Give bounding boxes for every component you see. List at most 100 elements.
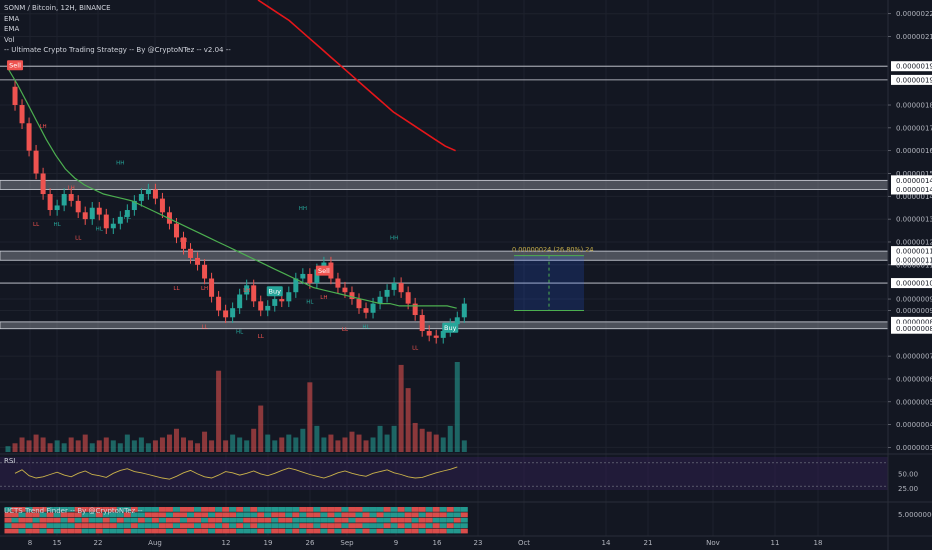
candle-body xyxy=(342,287,348,293)
trend-cell xyxy=(369,507,377,512)
time-tick-label: Aug xyxy=(148,539,162,547)
trend-cell xyxy=(404,523,412,528)
volume-bar xyxy=(117,443,123,452)
rsi-tick-25: 25.00 xyxy=(898,485,918,493)
volume-bar xyxy=(251,428,257,452)
trend-cell xyxy=(172,528,180,534)
trend-cell xyxy=(299,507,307,512)
time-tick-label: 19 xyxy=(264,539,273,547)
price-tick: 0.00000082 xyxy=(891,323,932,334)
trend-cell xyxy=(306,507,314,512)
candle-body xyxy=(237,294,243,309)
volume-bar xyxy=(363,440,369,452)
candle-body xyxy=(258,301,264,311)
trend-cell xyxy=(201,507,209,512)
time-tick-label: 8 xyxy=(28,539,32,547)
price-tick-label: 0.00000050 xyxy=(896,398,932,406)
trend-cell xyxy=(137,517,145,523)
chart-canvas[interactable]: 0.00000024 (26.80%) 24 LH LL HL LH LL HL HH HL L… xyxy=(0,0,932,550)
trend-cell xyxy=(271,528,279,534)
trend-cell xyxy=(222,517,230,523)
trend-cell xyxy=(165,512,173,518)
trend-cell xyxy=(327,517,335,523)
trend-cell xyxy=(172,523,180,528)
volume-bar xyxy=(68,437,74,452)
pivot-label: LL xyxy=(173,286,180,292)
indicator-ema-1[interactable]: EMA xyxy=(4,14,231,25)
trend-cell xyxy=(397,517,405,523)
trend-cell xyxy=(187,523,195,528)
indicator-strategy[interactable]: -- Ultimate Crypto Trading Strategy -- B… xyxy=(4,45,231,56)
trend-cell xyxy=(144,512,152,518)
trend-cell xyxy=(369,517,377,523)
indicator-vol[interactable]: Vol xyxy=(4,35,231,46)
price-tick-label: 0.00000220 xyxy=(896,10,932,18)
trend-cell xyxy=(137,523,145,528)
volume-bar xyxy=(124,434,130,452)
trend-cell xyxy=(109,523,117,528)
time-tick-label: 26 xyxy=(306,539,315,547)
trend-cell xyxy=(383,512,391,518)
trend-cell xyxy=(25,523,33,528)
trend-cell xyxy=(348,507,356,512)
trend-cell xyxy=(306,528,314,534)
candle-body xyxy=(433,335,439,338)
trend-cell xyxy=(292,512,300,518)
trend-cell xyxy=(264,507,272,512)
trend-cell xyxy=(425,528,433,534)
volume-bar xyxy=(188,440,194,452)
candle-body xyxy=(335,278,341,288)
pivot-label: LH xyxy=(180,238,187,244)
trend-cell xyxy=(264,523,272,528)
volume-bar xyxy=(145,443,151,452)
trend-cell xyxy=(165,528,173,534)
trend-cell xyxy=(158,512,166,518)
trend-cell xyxy=(158,517,166,523)
candle-body xyxy=(286,292,292,302)
trend-cell xyxy=(460,528,468,534)
trend-cell xyxy=(123,517,131,523)
trend-cell xyxy=(411,507,419,512)
signal-label: Buy xyxy=(444,324,457,332)
trend-cell xyxy=(123,528,131,534)
volume-bar xyxy=(391,425,397,452)
trend-cell xyxy=(243,528,251,534)
trend-cell xyxy=(355,523,363,528)
candle-body xyxy=(12,86,18,106)
price-tick: 0.00000197 xyxy=(891,61,932,72)
pivot-label: HL xyxy=(124,215,132,221)
trend-cell xyxy=(250,512,258,518)
trend-cell xyxy=(102,523,110,528)
trend-cell xyxy=(250,523,258,528)
trend-cell xyxy=(208,507,216,512)
trend-cell xyxy=(151,517,159,523)
volume-bar xyxy=(26,440,32,452)
trend-cell xyxy=(229,507,237,512)
volume-bar xyxy=(272,440,278,452)
trend-cell xyxy=(243,517,251,523)
trend-cell xyxy=(222,507,230,512)
trend-cell xyxy=(432,512,440,518)
price-tick-label: 0.00000040 xyxy=(896,421,932,429)
candle-body xyxy=(54,205,60,211)
symbol-title[interactable]: SONM / Bitcoin, 12H, BINANCE xyxy=(4,3,231,14)
rsi-pane: RSI 50.00 25.00 xyxy=(0,453,932,493)
price-tick-label: 0.00000160 xyxy=(896,147,932,155)
trend-cell xyxy=(299,517,307,523)
volume-bar xyxy=(96,440,102,452)
trend-cell xyxy=(81,528,89,534)
trend-cell xyxy=(411,528,419,534)
price-tick-label: 0.00000060 xyxy=(896,375,932,383)
time-tick-label: 16 xyxy=(433,539,442,547)
trend-cell xyxy=(369,523,377,528)
volume-bar xyxy=(54,440,60,452)
trend-cell xyxy=(264,512,272,518)
candle-body xyxy=(89,207,95,220)
trend-cell xyxy=(313,523,321,528)
indicator-ema-2[interactable]: EMA xyxy=(4,24,231,35)
trend-cell xyxy=(180,517,187,523)
trend-cell xyxy=(11,528,19,534)
trend-cell xyxy=(264,528,272,534)
time-tick-label: 14 xyxy=(602,539,611,547)
candle-body xyxy=(370,303,376,313)
